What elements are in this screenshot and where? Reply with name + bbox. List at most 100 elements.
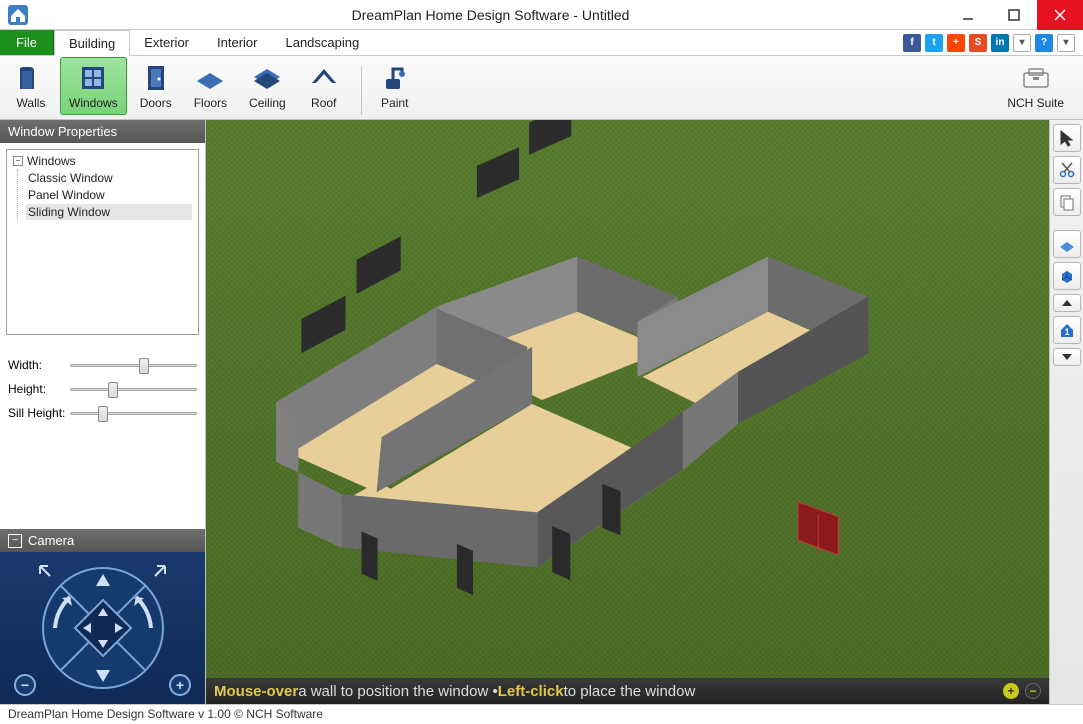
tool-cut[interactable]: [1053, 156, 1081, 184]
ribbon-paint-label: Paint: [381, 96, 408, 110]
slider-height[interactable]: [70, 381, 197, 397]
cube-3d-icon: [1058, 267, 1076, 285]
ribbon-separator: [361, 67, 362, 115]
tool-floor-down[interactable]: [1053, 348, 1081, 366]
ribbon-doors[interactable]: Doors: [131, 57, 181, 115]
tab-row: File Building Exterior Interior Landscap…: [0, 30, 1083, 56]
ribbon-doors-label: Doors: [140, 96, 172, 110]
tree-item-label: Panel Window: [28, 188, 105, 202]
window-tree: − Windows Classic Window Panel Window Sl…: [6, 149, 199, 335]
camera-tilt-down-left-icon[interactable]: [36, 562, 56, 582]
help-icon[interactable]: ?: [1035, 34, 1053, 52]
building-render: [206, 120, 1049, 704]
right-tool-tray: 1: [1049, 120, 1083, 704]
slider-sill-height[interactable]: [70, 405, 197, 421]
windows-icon: [77, 62, 109, 94]
slider-width[interactable]: [70, 357, 197, 373]
ribbon-ceiling[interactable]: Ceiling: [240, 57, 295, 115]
ribbon-nch-suite[interactable]: NCH Suite: [998, 57, 1073, 115]
ribbon-walls[interactable]: Walls: [6, 57, 56, 115]
tool-floor-up[interactable]: [1053, 294, 1081, 312]
hint-text-2: to place the window: [564, 683, 696, 700]
tab-interior[interactable]: Interior: [203, 30, 271, 55]
sliders-group: Width: Height: Sill Height:: [0, 341, 205, 437]
close-button[interactable]: [1037, 0, 1083, 30]
copy-icon: [1058, 193, 1076, 211]
window-controls: [945, 0, 1083, 30]
walls-icon: [15, 62, 47, 94]
tool-floor-indicator[interactable]: 1: [1053, 316, 1081, 344]
ribbon-paint[interactable]: Paint: [370, 57, 420, 115]
titlebar: DreamPlan Home Design Software - Untitle…: [0, 0, 1083, 30]
ribbon-windows[interactable]: Windows: [60, 57, 127, 115]
ribbon: Walls Windows Doors Floors Ceiling Roof …: [0, 56, 1083, 120]
hint-zoom-controls: + −: [1003, 683, 1041, 699]
tool-copy[interactable]: [1053, 188, 1081, 216]
linkedin-icon[interactable]: in: [991, 34, 1009, 52]
3d-viewport[interactable]: Mouse-over a wall to position the window…: [206, 120, 1049, 704]
camera-move-button[interactable]: [78, 602, 128, 652]
tab-landscaping-label: Landscaping: [285, 35, 359, 50]
tab-building-label: Building: [69, 36, 115, 51]
svg-text:1: 1: [1064, 327, 1069, 337]
status-text: DreamPlan Home Design Software v 1.00 © …: [8, 707, 323, 721]
tab-building[interactable]: Building: [54, 30, 130, 56]
hint-highlight-1: Mouse-over: [214, 683, 298, 700]
tab-interior-label: Interior: [217, 35, 257, 50]
tab-file[interactable]: File: [0, 30, 54, 55]
paint-icon: [379, 62, 411, 94]
ribbon-floors[interactable]: Floors: [185, 57, 236, 115]
facebook-icon[interactable]: f: [903, 34, 921, 52]
tree-item-classic-window[interactable]: Classic Window: [26, 170, 192, 186]
doors-icon: [140, 62, 172, 94]
tree-item-label: Classic Window: [28, 171, 113, 185]
hint-highlight-2: Left-click: [498, 683, 564, 700]
tree-item-panel-window[interactable]: Panel Window: [26, 187, 192, 203]
camera-collapse-button[interactable]: −: [8, 534, 22, 548]
camera-tilt-down-right-icon[interactable]: [149, 562, 169, 582]
tree-item-sliding-window[interactable]: Sliding Window: [26, 204, 192, 220]
camera-pan-down-button[interactable]: [88, 664, 118, 688]
stumbleupon-icon[interactable]: S: [969, 34, 987, 52]
ribbon-floors-label: Floors: [194, 96, 227, 110]
hint-zoom-in-button[interactable]: +: [1003, 683, 1019, 699]
tree-root-windows[interactable]: − Windows: [13, 154, 192, 168]
tab-file-label: File: [16, 35, 37, 50]
roof-icon: [308, 62, 340, 94]
maximize-button[interactable]: [991, 0, 1037, 30]
tool-view-2d[interactable]: [1053, 230, 1081, 258]
share-dropdown-icon[interactable]: ▾: [1013, 34, 1031, 52]
tab-exterior[interactable]: Exterior: [130, 30, 203, 55]
status-bar: DreamPlan Home Design Software v 1.00 © …: [0, 704, 1083, 724]
help-dropdown-icon[interactable]: ▾: [1057, 34, 1075, 52]
ribbon-roof[interactable]: Roof: [299, 57, 349, 115]
ribbon-roof-label: Roof: [311, 96, 336, 110]
camera-controller: − +: [0, 552, 205, 704]
google-plus-icon[interactable]: +: [947, 34, 965, 52]
ribbon-walls-label: Walls: [17, 96, 46, 110]
camera-rotate-right-button[interactable]: [131, 604, 159, 652]
cursor-icon: [1058, 129, 1076, 147]
slider-sill-label: Sill Height:: [8, 406, 70, 420]
tool-view-3d[interactable]: [1053, 262, 1081, 290]
camera-rotate-left-button[interactable]: [46, 604, 74, 652]
triangle-down-icon: [1061, 352, 1073, 362]
tab-landscaping[interactable]: Landscaping: [271, 30, 373, 55]
window-title: DreamPlan Home Design Software - Untitle…: [36, 7, 945, 23]
camera-zoom-in-button[interactable]: +: [169, 674, 191, 696]
minimize-button[interactable]: [945, 0, 991, 30]
tree-collapse-icon[interactable]: −: [13, 156, 23, 166]
floor-1-icon: 1: [1058, 321, 1076, 339]
twitter-icon[interactable]: t: [925, 34, 943, 52]
triangle-up-icon: [1061, 298, 1073, 308]
nch-suite-icon: [1020, 62, 1052, 94]
hint-zoom-out-button[interactable]: −: [1025, 683, 1041, 699]
hint-text-1: a wall to position the window •: [298, 683, 498, 700]
left-panel: Window Properties − Windows Classic Wind…: [0, 120, 206, 704]
camera-pan-up-button[interactable]: [88, 568, 118, 592]
slider-height-label: Height:: [8, 382, 70, 396]
tool-select[interactable]: [1053, 124, 1081, 152]
camera-zoom-out-button[interactable]: −: [14, 674, 36, 696]
tab-exterior-label: Exterior: [144, 35, 189, 50]
ribbon-ceiling-label: Ceiling: [249, 96, 286, 110]
